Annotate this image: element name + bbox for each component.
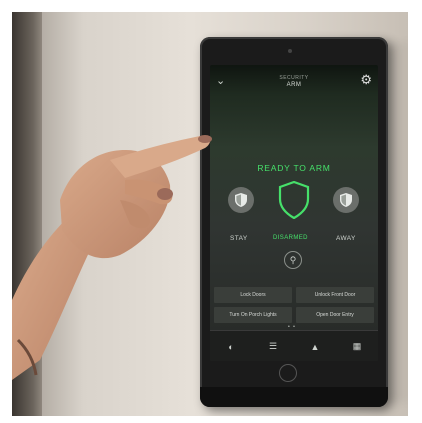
open-door-entry-button[interactable]: Open Door Entry (296, 307, 374, 323)
door-frame (12, 12, 42, 416)
away-mode-button[interactable] (333, 187, 359, 213)
bypass-icon[interactable]: ⚲ (284, 251, 302, 269)
porch-lights-button[interactable]: Turn On Porch Lights (214, 307, 292, 323)
unlock-front-door-button[interactable]: Unlock Front Door (296, 287, 374, 303)
header-title: ARM (286, 82, 302, 88)
front-camera (288, 49, 292, 53)
screen-header: ⌄ SECURITY ARM ⚙ (210, 65, 378, 99)
shield-icon (235, 193, 247, 207)
gear-icon[interactable]: ⚙ (360, 73, 372, 86)
lock-doors-button[interactable]: Lock Doors (214, 287, 292, 303)
device-dock (200, 387, 388, 407)
away-label: AWAY (336, 235, 356, 242)
header-subtitle: SECURITY (279, 75, 309, 81)
stay-label: STAY (230, 235, 248, 242)
arm-status-text: READY TO ARM (257, 163, 331, 173)
wall-tablet: ⌄ SECURITY ARM ⚙ READY TO ARM STAY DISAR… (200, 37, 388, 407)
disarmed-shield-icon[interactable] (278, 181, 310, 219)
grid-icon[interactable]: ▦ (342, 341, 372, 352)
camera-icon[interactable]: ▲ (300, 342, 330, 352)
touch-screen: ⌄ SECURITY ARM ⚙ READY TO ARM STAY DISAR… (210, 65, 378, 361)
bottom-nav: ◐ ☰ ▲ ▦ (210, 330, 378, 361)
home-button[interactable] (279, 364, 297, 382)
shield-icon (340, 193, 352, 207)
security-icon[interactable]: ◐ (216, 342, 246, 352)
disarmed-label: DISARMED (273, 235, 308, 241)
stay-mode-button[interactable] (228, 187, 254, 213)
list-icon[interactable]: ☰ (258, 341, 288, 352)
photo-backdrop: ⌄ SECURITY ARM ⚙ READY TO ARM STAY DISAR… (12, 12, 408, 416)
